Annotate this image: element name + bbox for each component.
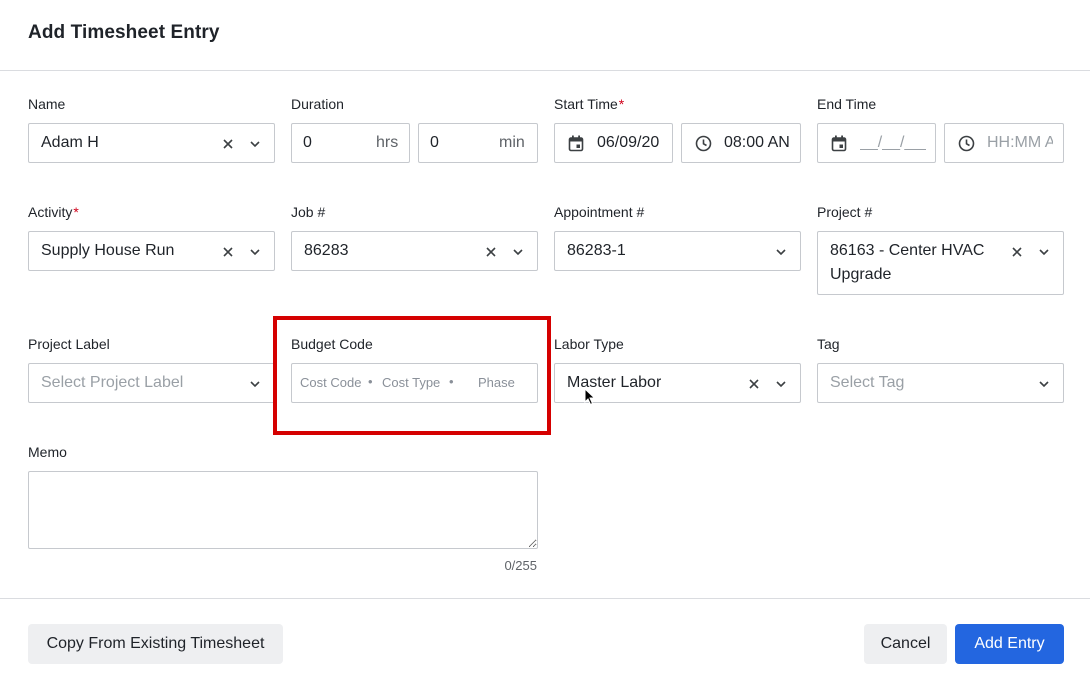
duration-hours-input[interactable]: 0 hrs — [291, 123, 410, 163]
calendar-icon — [568, 135, 584, 152]
activity-label: Activity* — [28, 204, 79, 220]
duration-label: Duration — [291, 96, 344, 112]
mouse-cursor-icon — [584, 388, 596, 406]
memo-char-counter: 0/255 — [504, 558, 537, 573]
duration-minutes-input[interactable]: 0 min — [418, 123, 538, 163]
job-value: 86283 — [304, 242, 349, 259]
end-time-input[interactable]: HH:MM A — [944, 123, 1064, 163]
duration-hours-value: 0 — [303, 134, 312, 151]
start-time-input[interactable]: 08:00 AN — [681, 123, 801, 163]
hours-unit: hrs — [376, 134, 399, 151]
end-time-label: End Time — [817, 96, 877, 112]
tag-label: Tag — [817, 336, 840, 352]
project-value-line1: 86163 - Center HVAC — [830, 242, 985, 259]
job-select[interactable]: 86283 — [291, 231, 538, 271]
chevron-down-icon[interactable] — [249, 380, 261, 388]
appointment-label: Appointment # — [554, 204, 645, 220]
chevron-down-icon[interactable] — [1038, 248, 1050, 256]
calendar-icon — [831, 135, 847, 152]
end-time-placeholder: HH:MM A — [987, 134, 1053, 151]
project-value-line2: Upgrade — [830, 266, 892, 283]
chevron-down-icon[interactable] — [1038, 380, 1050, 388]
chevron-down-icon[interactable] — [775, 248, 787, 256]
required-mark: * — [73, 204, 79, 220]
job-label: Job # — [291, 204, 326, 220]
end-date-input[interactable]: __/__/___ — [817, 123, 936, 163]
clear-icon[interactable] — [1011, 246, 1023, 258]
project-select[interactable]: 86163 - Center HVAC Upgrade — [817, 231, 1064, 295]
project-label-field-label: Project Label — [28, 336, 110, 352]
start-date-input[interactable]: 06/09/20 — [554, 123, 673, 163]
appointment-select[interactable]: 86283-1 — [554, 231, 801, 271]
clock-icon — [958, 135, 975, 152]
memo-label: Memo — [28, 444, 67, 460]
tag-placeholder: Select Tag — [830, 374, 905, 391]
chevron-down-icon[interactable] — [249, 248, 261, 256]
clear-icon[interactable] — [485, 246, 497, 258]
project-label-placeholder: Select Project Label — [41, 374, 184, 391]
budget-code-highlight — [273, 316, 551, 435]
dialog-footer: Copy From Existing Timesheet Cancel Add … — [0, 598, 1090, 681]
end-date-placeholder: __/__/___ — [860, 134, 926, 151]
start-date-value: 06/09/20 — [597, 134, 660, 151]
project-label-heading: Project # — [817, 204, 873, 220]
chevron-down-icon[interactable] — [512, 248, 524, 256]
clear-icon[interactable] — [222, 246, 234, 258]
name-value: Adam H — [41, 134, 99, 151]
clock-icon — [695, 135, 712, 152]
activity-value: Supply House Run — [41, 242, 175, 259]
memo-textarea[interactable] — [28, 471, 538, 549]
name-label: Name — [28, 96, 66, 112]
labor-type-value: Master Labor — [567, 374, 662, 391]
clear-icon[interactable] — [748, 378, 760, 390]
minutes-unit: min — [499, 134, 525, 151]
start-time-value: 08:00 AN — [724, 134, 790, 151]
chevron-down-icon[interactable] — [249, 140, 261, 148]
add-entry-button[interactable]: Add Entry — [955, 624, 1064, 664]
chevron-down-icon[interactable] — [775, 380, 787, 388]
clear-icon[interactable] — [222, 138, 234, 150]
name-select[interactable]: Adam H — [28, 123, 275, 163]
appointment-value: 86283-1 — [567, 242, 626, 259]
dialog-header: Add Timesheet Entry — [0, 0, 1090, 71]
dialog-title: Add Timesheet Entry — [28, 22, 220, 43]
required-mark: * — [618, 96, 625, 112]
copy-from-existing-button[interactable]: Copy From Existing Timesheet — [28, 624, 283, 664]
project-label-select[interactable]: Select Project Label — [28, 363, 275, 403]
cancel-button[interactable]: Cancel — [864, 624, 947, 664]
duration-minutes-value: 0 — [430, 134, 439, 151]
start-time-label: Start Time* — [554, 96, 625, 112]
labor-type-label: Labor Type — [554, 336, 624, 352]
tag-select[interactable]: Select Tag — [817, 363, 1064, 403]
activity-select[interactable]: Supply House Run — [28, 231, 275, 271]
